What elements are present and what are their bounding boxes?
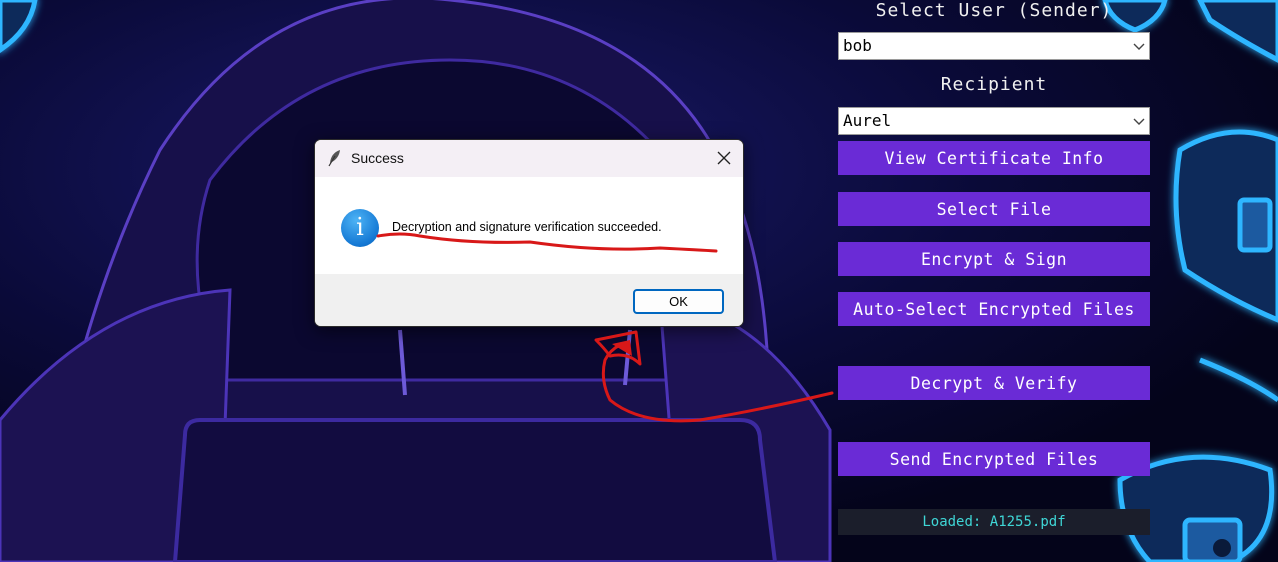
select-file-button[interactable]: Select File [838,192,1150,226]
recipient-select-value: Aurel [843,111,892,130]
feather-icon [328,150,340,167]
dialog-body: i Decryption and signature verification … [315,177,743,274]
chevron-down-icon [1133,118,1145,125]
view-certificate-button[interactable]: View Certificate Info [838,141,1150,175]
info-icon: i [341,209,379,247]
dialog-footer: OK [315,274,743,326]
dialog-titlebar[interactable]: Success [315,140,743,177]
send-encrypted-button[interactable]: Send Encrypted Files [838,442,1150,476]
sender-select-value: bob [843,36,872,55]
sender-label: Select User (Sender) [875,0,1113,21]
dialog-message: Decryption and signature verification su… [392,220,662,234]
decrypt-verify-button[interactable]: Decrypt & Verify [838,366,1150,400]
sender-select[interactable]: bob [838,32,1150,60]
dialog-title: Success [351,150,404,166]
encrypt-sign-button[interactable]: Encrypt & Sign [838,242,1150,276]
ok-button[interactable]: OK [633,289,724,314]
chevron-down-icon [1133,43,1145,50]
success-dialog: Success i Decryption and signature verif… [314,139,744,327]
close-icon[interactable] [717,151,731,165]
auto-select-encrypted-button[interactable]: Auto-Select Encrypted Files [838,292,1150,326]
status-bar: Loaded: A1255.pdf [838,509,1150,535]
recipient-select[interactable]: Aurel [838,107,1150,135]
recipient-label: Recipient [940,74,1048,95]
